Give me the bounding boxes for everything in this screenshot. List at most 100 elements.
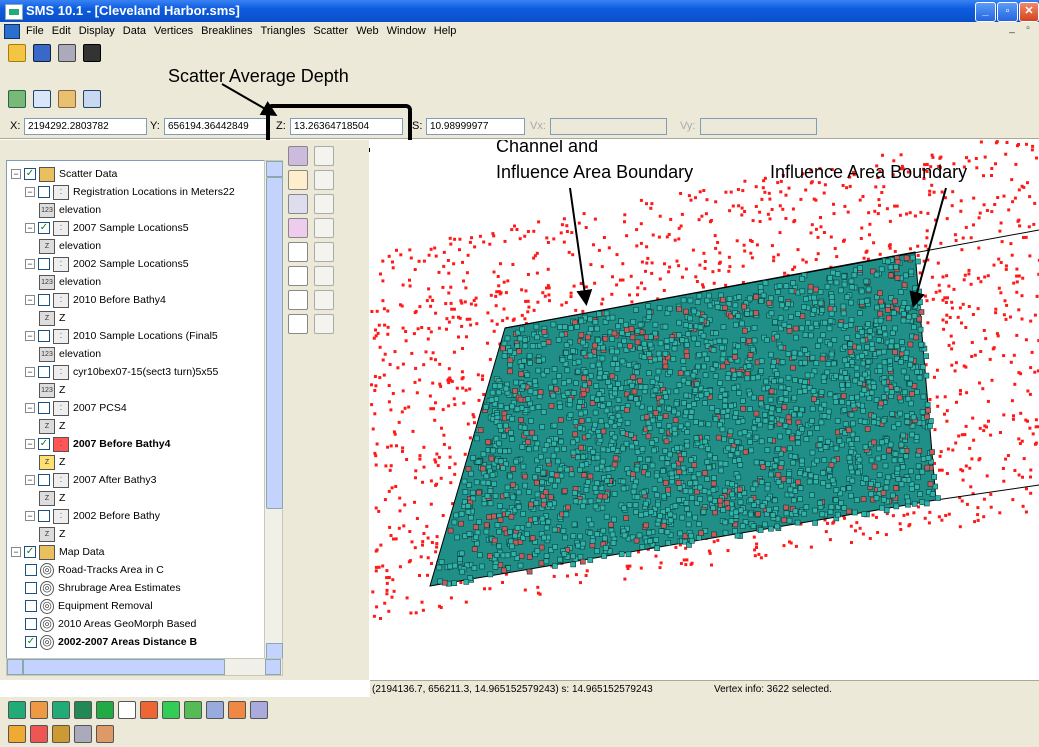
- tree-vertical-scrollbar[interactable]: [264, 160, 283, 660]
- menu-help[interactable]: Help: [430, 22, 461, 40]
- scatter-tool-icon[interactable]: [314, 194, 334, 214]
- tree-node[interactable]: − ⁚ 2010 Before Bathy4: [25, 291, 166, 309]
- scatter-tool-icon[interactable]: [314, 290, 334, 310]
- module-icon[interactable]: [228, 701, 246, 719]
- tree-node[interactable]: − ⁚ 2002 Sample Locations5: [25, 255, 189, 273]
- visibility-checkbox[interactable]: [25, 564, 37, 576]
- open-icon[interactable]: [8, 44, 26, 62]
- tree-node[interactable]: 123 elevation: [39, 345, 101, 363]
- module-icon[interactable]: [30, 701, 48, 719]
- scatter-tool-icon[interactable]: [314, 146, 334, 166]
- tool-icon[interactable]: [288, 266, 308, 286]
- tree-node[interactable]: ◎ 2010 Areas GeoMorph Based: [25, 615, 196, 633]
- project-tree[interactable]: − ✓ Scatter Data − ⁚ Registration Locations i…: [6, 160, 266, 660]
- module-icon[interactable]: [30, 725, 48, 743]
- visibility-checkbox[interactable]: ✓: [24, 168, 36, 180]
- tree-node[interactable]: ZZ: [39, 453, 65, 471]
- module-icon[interactable]: [250, 701, 268, 719]
- zoom-icon[interactable]: [33, 90, 52, 108]
- tree-node[interactable]: ZZ: [39, 309, 65, 327]
- expand-toggle-icon[interactable]: −: [11, 547, 21, 557]
- tree-node[interactable]: − ✓ Map Data: [11, 543, 105, 561]
- menu-edit[interactable]: Edit: [48, 22, 75, 40]
- tool-icon[interactable]: [288, 218, 308, 238]
- zoom-tool-icon[interactable]: [288, 170, 308, 190]
- module-icon[interactable]: [118, 701, 136, 719]
- tree-node[interactable]: − ✓ Scatter Data: [11, 165, 117, 183]
- maximize-button[interactable]: ▫: [997, 2, 1018, 22]
- frame-icon[interactable]: [58, 90, 77, 108]
- tool-icon[interactable]: [288, 314, 308, 334]
- visibility-checkbox[interactable]: [25, 600, 37, 612]
- scroll-left-button[interactable]: [7, 659, 23, 675]
- visibility-checkbox[interactable]: [38, 366, 50, 378]
- visibility-checkbox[interactable]: [38, 294, 50, 306]
- expand-toggle-icon[interactable]: −: [25, 295, 35, 305]
- module-icon[interactable]: [162, 701, 180, 719]
- tree-horizontal-scrollbar[interactable]: [6, 658, 283, 676]
- tree-node[interactable]: ZZ: [39, 489, 65, 507]
- close-button[interactable]: ✕: [1019, 2, 1039, 22]
- visibility-checkbox[interactable]: [38, 510, 50, 522]
- tree-node[interactable]: ◎ Equipment Removal: [25, 597, 153, 615]
- tree-node[interactable]: − ✓ ⁚ 2007 Sample Locations5: [25, 219, 189, 237]
- menu-window[interactable]: Window: [383, 22, 430, 40]
- tree-node[interactable]: − ⁚ 2007 PCS4: [25, 399, 127, 417]
- scatter-tool-icon[interactable]: [314, 266, 334, 286]
- print-icon[interactable]: [58, 44, 77, 62]
- module-icon[interactable]: [74, 701, 92, 719]
- tree-node[interactable]: ◎ Road-Tracks Area in C: [25, 561, 164, 579]
- menu-web[interactable]: Web: [352, 22, 382, 40]
- pan-tool-icon[interactable]: [288, 194, 308, 214]
- expand-toggle-icon[interactable]: −: [11, 169, 21, 179]
- refresh-icon[interactable]: [8, 90, 26, 108]
- expand-toggle-icon[interactable]: −: [25, 403, 35, 413]
- module-icon[interactable]: [8, 701, 26, 719]
- tree-node[interactable]: − ⁚ Registration Locations in Meters22: [25, 183, 235, 201]
- hscroll-thumb[interactable]: [23, 659, 225, 675]
- tree-node[interactable]: − ⁚ 2002 Before Bathy: [25, 507, 160, 525]
- mdi-restore-icon[interactable]: ▫: [1022, 23, 1034, 37]
- tree-node[interactable]: Zelevation: [39, 237, 101, 255]
- module-icon[interactable]: [52, 725, 70, 743]
- menu-file[interactable]: File: [22, 22, 48, 40]
- tree-node[interactable]: 123 elevation: [39, 201, 101, 219]
- menu-display[interactable]: Display: [75, 22, 119, 40]
- module-icon[interactable]: [96, 725, 114, 743]
- tree-node[interactable]: ZZ: [39, 525, 65, 543]
- scroll-up-button[interactable]: [266, 161, 283, 177]
- vx-field[interactable]: [550, 118, 667, 135]
- expand-toggle-icon[interactable]: −: [25, 475, 35, 485]
- mdi-minimize-icon[interactable]: _: [1006, 23, 1018, 37]
- menu-breaklines[interactable]: Breaklines: [197, 22, 256, 40]
- menu-scatter[interactable]: Scatter: [309, 22, 352, 40]
- visibility-checkbox[interactable]: ✓: [24, 546, 36, 558]
- s-field[interactable]: 10.98999977: [426, 118, 525, 135]
- tree-node[interactable]: 123 elevation: [39, 273, 101, 291]
- visibility-checkbox[interactable]: [38, 330, 50, 342]
- save-icon[interactable]: [33, 44, 52, 62]
- scroll-right-button[interactable]: [265, 659, 281, 675]
- minimize-button[interactable]: _: [975, 2, 996, 22]
- expand-toggle-icon[interactable]: −: [25, 439, 35, 449]
- menu-triangles[interactable]: Triangles: [257, 22, 310, 40]
- scroll-down-button[interactable]: [266, 643, 283, 659]
- visibility-checkbox[interactable]: [38, 258, 50, 270]
- expand-toggle-icon[interactable]: −: [25, 367, 35, 377]
- delete-icon[interactable]: [83, 44, 102, 62]
- vy-field[interactable]: [700, 118, 817, 135]
- visibility-checkbox[interactable]: [38, 474, 50, 486]
- scroll-thumb[interactable]: [266, 177, 283, 509]
- y-field[interactable]: 656194.36442849: [164, 118, 269, 135]
- scatter-tool-icon[interactable]: [314, 242, 334, 262]
- tree-node[interactable]: ◎ Shrubrage Area Estimates: [25, 579, 181, 597]
- tree-node[interactable]: ZZ: [39, 417, 65, 435]
- expand-toggle-icon[interactable]: −: [25, 511, 35, 521]
- menu-vertices[interactable]: Vertices: [150, 22, 197, 40]
- visibility-checkbox[interactable]: ✓: [25, 636, 37, 648]
- expand-toggle-icon[interactable]: −: [25, 331, 35, 341]
- tree-node[interactable]: 123 Z: [39, 381, 65, 399]
- doc-icon[interactable]: [4, 24, 20, 39]
- graphics-window[interactable]: Channel and Influence Area Boundary Infl…: [370, 140, 1039, 680]
- visibility-checkbox[interactable]: [25, 582, 37, 594]
